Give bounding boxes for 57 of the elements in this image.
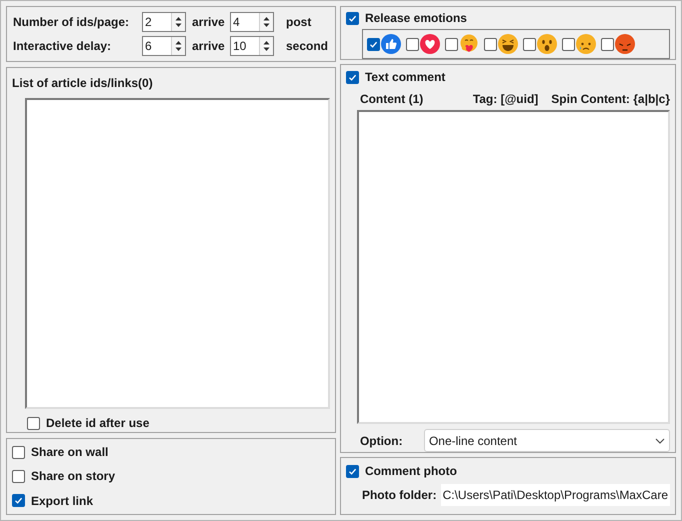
number-spinner[interactable]: 10 xyxy=(230,36,274,56)
spin-arrows-icon xyxy=(175,39,182,53)
crying-emoji-icon xyxy=(576,34,596,54)
checkbox[interactable] xyxy=(600,38,614,50)
checkbox[interactable] xyxy=(346,70,359,84)
number-spinner[interactable]: 4 xyxy=(230,12,274,32)
field-label: Interactive delay: xyxy=(13,38,112,55)
spin-hint: Spin Content: {a|b|c} xyxy=(551,91,670,108)
spin-arrows-icon xyxy=(175,15,182,29)
folder-label: Photo folder: xyxy=(362,487,437,504)
checkbox[interactable] xyxy=(522,38,536,50)
unit-label: second xyxy=(286,38,328,55)
hugging-emoji-icon xyxy=(458,34,479,54)
checkmark-icon xyxy=(14,496,23,506)
checkbox[interactable] xyxy=(12,494,25,508)
spin-arrows-icon xyxy=(263,39,270,53)
checkbox-label: Share on story xyxy=(31,468,116,486)
field-label: Number of ids/page: xyxy=(13,14,130,31)
article-list-input[interactable] xyxy=(25,98,330,409)
checkbox-label: Share on wall xyxy=(31,444,108,462)
checkbox[interactable] xyxy=(562,38,575,50)
checkbox[interactable] xyxy=(346,464,359,478)
thumbs-up-icon xyxy=(380,34,401,54)
panel-title: List of article ids/links(0) xyxy=(12,75,154,92)
checkbox[interactable] xyxy=(12,470,25,483)
checkbox[interactable] xyxy=(406,38,419,50)
checkbox-label: Delete id after use xyxy=(46,415,150,432)
number-spinner[interactable]: 6 xyxy=(142,36,186,56)
option-label: Option: xyxy=(360,432,404,450)
chevron-down-icon xyxy=(655,438,665,444)
unit-label: post xyxy=(286,14,312,31)
laughing-emoji-icon xyxy=(498,34,518,54)
range-separator: arrive xyxy=(192,14,226,31)
number-spinner[interactable]: 2 xyxy=(142,12,186,32)
checkbox-label: Text comment xyxy=(364,69,446,86)
content-label: Content (1) xyxy=(360,91,424,108)
angry-emoji-icon xyxy=(614,34,635,54)
checkbox[interactable] xyxy=(484,38,497,50)
checkbox[interactable] xyxy=(27,416,40,430)
checkmark-icon xyxy=(368,40,378,48)
checkbox-label: Release emotions xyxy=(364,10,467,27)
tag-hint: Tag: [@uid] xyxy=(472,91,538,108)
checkbox-label: Comment photo xyxy=(364,463,457,480)
spin-arrows-icon xyxy=(263,15,270,29)
photo-folder-field[interactable]: C:\Users\Pati\Desktop\Programs\MaxCare xyxy=(440,484,670,506)
checkmark-icon xyxy=(348,466,357,476)
comment-input[interactable] xyxy=(356,110,670,424)
surprised-emoji-icon xyxy=(536,34,557,54)
option-dropdown[interactable]: One-line content xyxy=(424,429,670,452)
checkbox[interactable] xyxy=(444,38,458,50)
checkbox-label: Export link xyxy=(31,492,94,510)
range-separator: arrive xyxy=(192,38,226,55)
checkbox[interactable] xyxy=(366,38,380,50)
checkbox[interactable] xyxy=(346,12,359,24)
checkmark-icon xyxy=(348,72,357,82)
checkbox[interactable] xyxy=(12,446,25,459)
checkmark-icon xyxy=(348,14,357,22)
